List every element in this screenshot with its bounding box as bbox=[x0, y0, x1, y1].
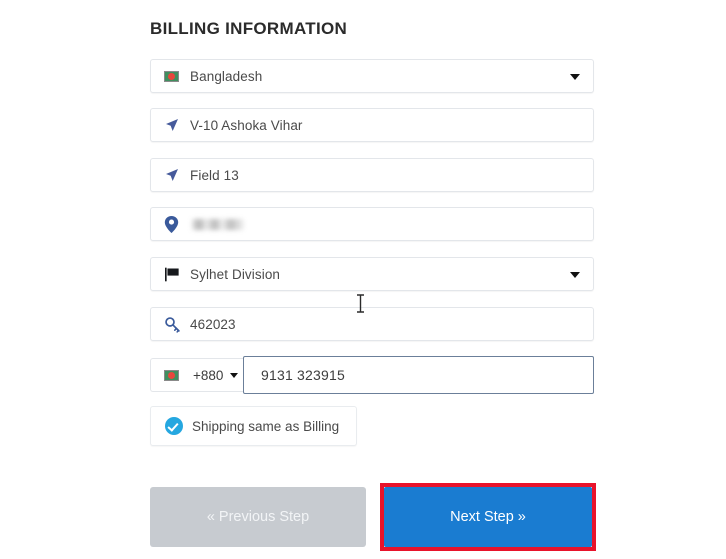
key-icon bbox=[164, 316, 186, 333]
country-select[interactable]: Bangladesh bbox=[150, 59, 594, 93]
address-line-2-field[interactable]: Field 13 bbox=[150, 158, 594, 192]
chevron-down-icon[interactable] bbox=[570, 272, 580, 278]
phone-country-code-select[interactable]: +880 bbox=[150, 358, 245, 392]
chevron-down-icon[interactable] bbox=[230, 372, 239, 378]
address-line-2-value: Field 13 bbox=[190, 167, 239, 183]
state-value: Sylhet Division bbox=[190, 266, 281, 282]
billing-form: BILLING INFORMATION Bangladesh V-10 Asho… bbox=[150, 0, 596, 551]
state-select[interactable]: Sylhet Division bbox=[150, 257, 594, 291]
map-pin-icon bbox=[164, 215, 186, 233]
address-line-1-value: V-10 Ashoka Vihar bbox=[190, 117, 303, 133]
phone-row: +880 9131 323915 bbox=[150, 356, 594, 394]
bangladesh-flag-icon bbox=[164, 70, 186, 82]
shipping-same-as-billing-checkbox[interactable]: Shipping same as Billing bbox=[150, 406, 358, 446]
phone-number-input[interactable]: 9131 323915 bbox=[243, 356, 594, 394]
location-arrow-icon bbox=[164, 167, 186, 183]
postal-code-field[interactable]: 462023 bbox=[150, 307, 594, 341]
address-line-1-field[interactable]: V-10 Ashoka Vihar bbox=[150, 108, 594, 142]
location-arrow-icon bbox=[164, 117, 186, 133]
postal-code-value: 462023 bbox=[190, 316, 236, 332]
phone-number-value: 9131 323915 bbox=[261, 367, 345, 383]
page-title: BILLING INFORMATION bbox=[150, 19, 348, 38]
previous-step-button[interactable]: « Previous Step bbox=[150, 487, 366, 547]
phone-country-code-value: +880 bbox=[193, 367, 224, 383]
flag-icon bbox=[164, 267, 186, 282]
country-value: Bangladesh bbox=[190, 68, 263, 84]
next-step-button[interactable]: Next Step » bbox=[384, 487, 592, 547]
shipping-same-as-billing-label: Shipping same as Billing bbox=[192, 418, 340, 434]
next-step-highlight-annotation: Next Step » bbox=[380, 483, 596, 551]
bangladesh-flag-icon bbox=[164, 369, 186, 381]
check-circle-icon bbox=[165, 417, 183, 435]
chevron-down-icon[interactable] bbox=[570, 74, 580, 80]
city-value-redacted bbox=[192, 218, 244, 230]
city-field[interactable] bbox=[150, 207, 594, 241]
